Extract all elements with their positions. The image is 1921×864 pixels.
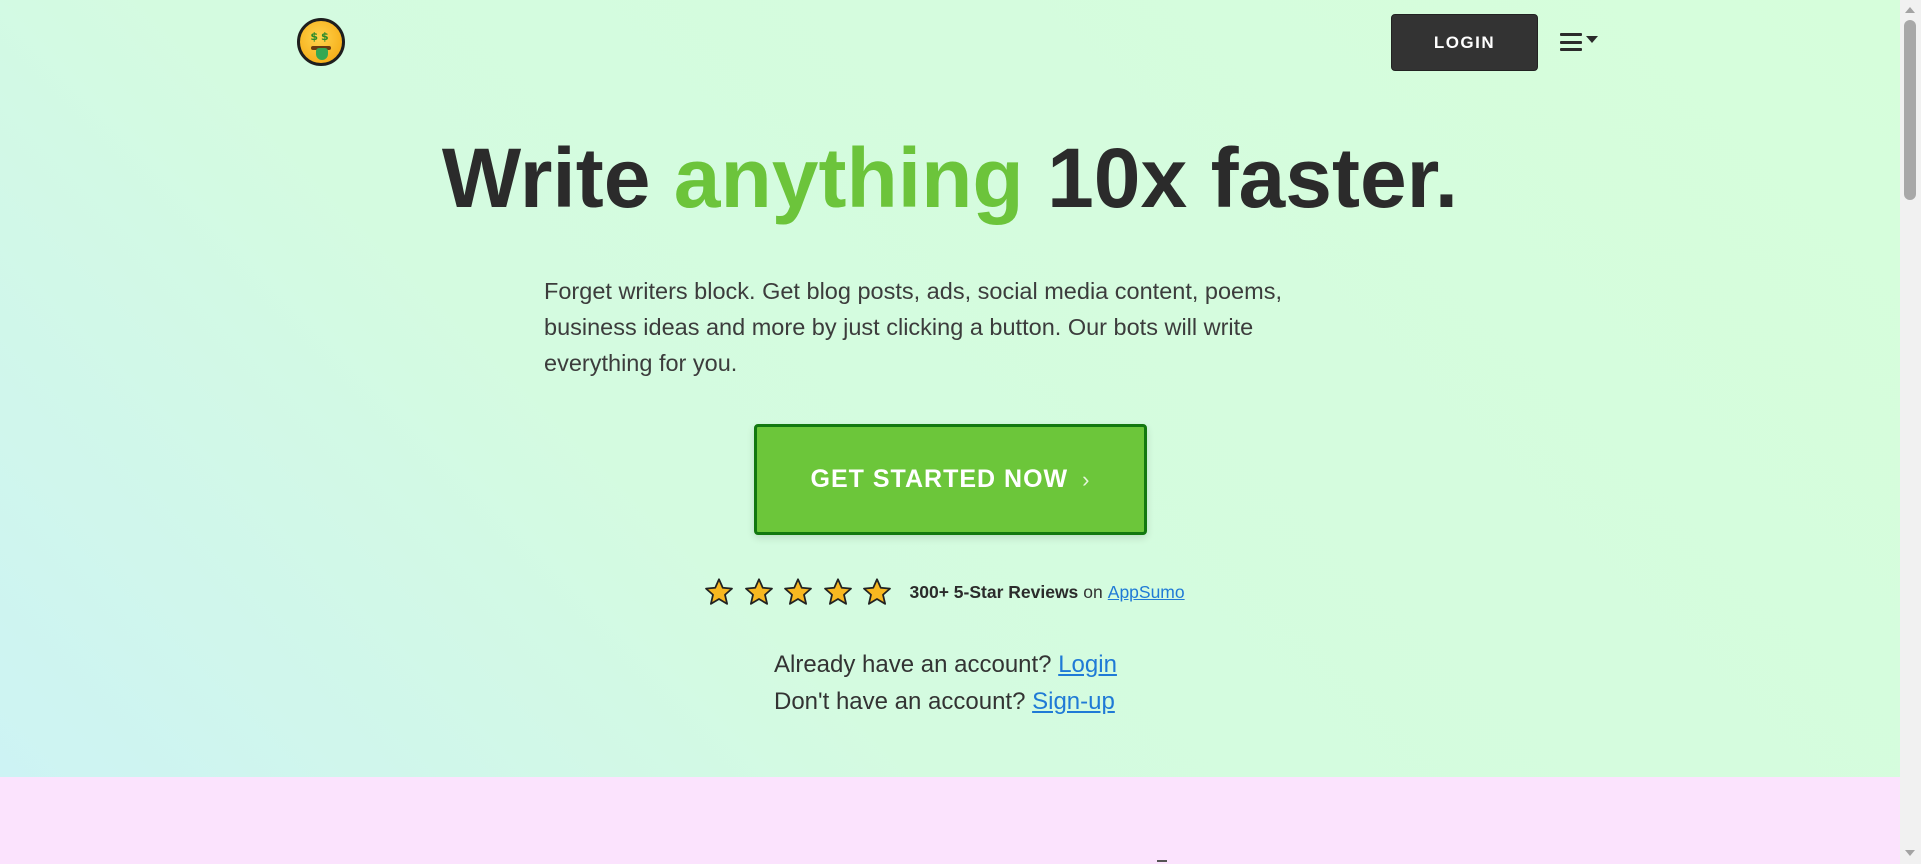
headline-part-2: 10x faster. — [1023, 131, 1459, 225]
hero-description: Forget writers block. Get blog posts, ad… — [544, 278, 1282, 376]
logo-tongue — [316, 48, 328, 60]
scroll-up-icon[interactable] — [1905, 7, 1915, 13]
next-section — [0, 777, 1900, 864]
section-heading-fragment — [1157, 860, 1167, 862]
get-started-label: GET STARTED NOW — [810, 465, 1069, 493]
chevron-right-icon: › — [1082, 466, 1091, 492]
star-icon — [823, 578, 852, 605]
headline-part-1: Write — [441, 131, 674, 225]
star-icon — [784, 578, 812, 605]
signup-link[interactable]: Sign-up — [1032, 688, 1115, 715]
reviews-bar: 300+ 5-Star Reviews on AppSumo — [704, 574, 1185, 610]
scrollbar-thumb[interactable] — [1904, 20, 1916, 200]
review-count: 300+ 5-Star Reviews — [909, 581, 1079, 602]
logo-eyes: $$ — [310, 30, 332, 43]
login-link[interactable]: Login — [1058, 651, 1117, 678]
get-started-button[interactable]: GET STARTED NOW › — [754, 424, 1147, 535]
review-on-text: on — [1083, 581, 1103, 602]
caret-down-icon — [1586, 35, 1598, 43]
appsumo-link[interactable]: AppSumo — [1108, 582, 1185, 603]
page-scrollbar[interactable] — [1900, 0, 1921, 864]
star-icon — [744, 578, 773, 605]
login-button[interactable]: LOGIN — [1391, 14, 1538, 71]
hamburger-menu-icon — [1560, 33, 1582, 51]
login-prompt: Already have an account? Login — [774, 646, 1117, 683]
scroll-down-icon[interactable] — [1905, 850, 1915, 856]
page-headline: Write anything 10x faster. — [0, 128, 1900, 228]
headline-accent-word: anything — [673, 131, 1024, 225]
money-mouth-face-icon[interactable]: $$ — [297, 18, 345, 66]
star-icon — [705, 578, 733, 605]
login-prompt-text: Already have an account? — [774, 651, 1052, 678]
menu-dropdown-toggle[interactable] — [1560, 30, 1604, 54]
signup-prompt: Don't have an account? Sign-up — [774, 683, 1117, 720]
account-prompts: Already have an account? Login Don't hav… — [774, 646, 1117, 720]
hero-section: $$ LOGIN Write anything 10x faster. Forg… — [0, 0, 1900, 777]
page: $$ LOGIN Write anything 10x faster. Forg… — [0, 0, 1921, 864]
signup-prompt-text: Don't have an account? — [774, 688, 1026, 715]
star-icon — [863, 578, 891, 605]
